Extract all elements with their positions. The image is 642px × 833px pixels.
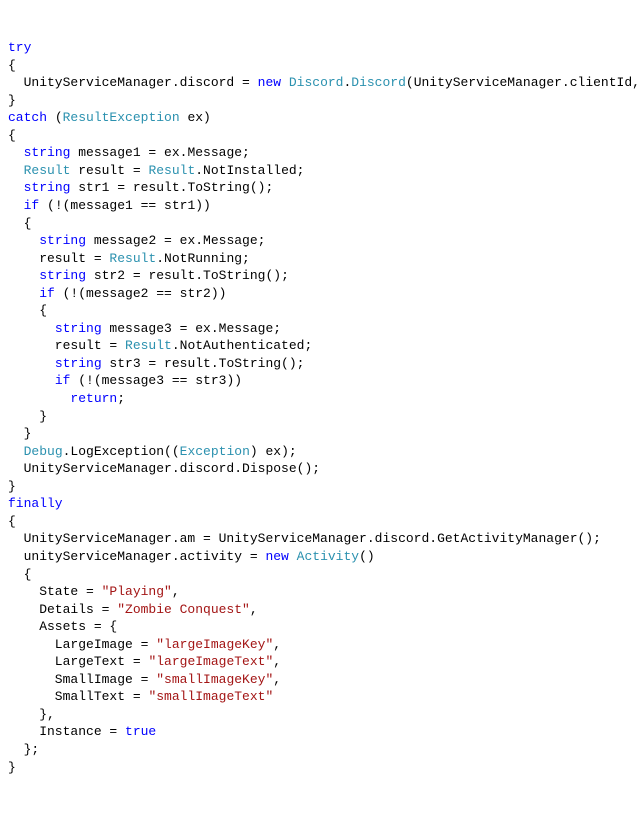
brace-close: } bbox=[8, 409, 47, 424]
brace-open: { bbox=[8, 216, 31, 231]
keyword-string: string bbox=[55, 356, 102, 371]
code-text: , bbox=[273, 637, 281, 652]
type-resultexception: ResultException bbox=[63, 110, 180, 125]
keyword-string: string bbox=[39, 233, 86, 248]
code-text: LargeImage = bbox=[8, 637, 156, 652]
brace-close: } bbox=[8, 760, 16, 775]
code-text: str3 = result.ToString(); bbox=[102, 356, 305, 371]
code-text: .NotRunning; bbox=[156, 251, 250, 266]
code-text: }, bbox=[8, 707, 55, 722]
code-text: unityServiceManager.activity = bbox=[8, 549, 265, 564]
keyword-return: return bbox=[70, 391, 117, 406]
code-text bbox=[281, 75, 289, 90]
code-text: () bbox=[359, 549, 375, 564]
code-text: .LogException(( bbox=[63, 444, 180, 459]
brace-open: { bbox=[8, 514, 16, 529]
brace-close: } bbox=[8, 479, 16, 494]
code-text: ; bbox=[117, 391, 125, 406]
type-result: Result bbox=[125, 338, 172, 353]
string-literal: "Zombie Conquest" bbox=[117, 602, 250, 617]
code-text: SmallText = bbox=[8, 689, 148, 704]
type-result2: Result bbox=[148, 163, 195, 178]
code-text bbox=[8, 180, 24, 195]
code-block: try { UnityServiceManager.discord = new … bbox=[8, 39, 634, 776]
type-debug: Debug bbox=[24, 444, 63, 459]
keyword-try: try bbox=[8, 40, 31, 55]
string-literal: "Playing" bbox=[102, 584, 172, 599]
code-text bbox=[8, 321, 55, 336]
type-discord: Discord bbox=[289, 75, 344, 90]
type-discord2: Discord bbox=[351, 75, 406, 90]
keyword-string: string bbox=[24, 145, 71, 160]
keyword-finally: finally bbox=[8, 496, 63, 511]
string-literal: "smallImageText" bbox=[148, 689, 273, 704]
code-text: message1 = ex.Message; bbox=[70, 145, 249, 160]
code-text bbox=[8, 145, 24, 160]
code-text: ex) bbox=[180, 110, 211, 125]
code-text: , bbox=[250, 602, 258, 617]
code-text: result = bbox=[8, 251, 109, 266]
code-text: (UnityServiceManager.clientId, 1UL); bbox=[406, 75, 642, 90]
code-text: ( bbox=[47, 110, 63, 125]
code-text: Assets = { bbox=[8, 619, 117, 634]
code-text: (!(message3 == str3)) bbox=[70, 373, 242, 388]
code-text bbox=[8, 373, 55, 388]
code-text: }; bbox=[8, 742, 39, 757]
code-text: (!(message1 == str1)) bbox=[39, 198, 211, 213]
brace-open: { bbox=[8, 128, 16, 143]
code-text bbox=[8, 163, 24, 178]
code-text: result = bbox=[70, 163, 148, 178]
code-text: UnityServiceManager.discord.Dispose(); bbox=[8, 461, 320, 476]
type-result: Result bbox=[24, 163, 71, 178]
type-exception: Exception bbox=[180, 444, 250, 459]
code-text bbox=[8, 444, 24, 459]
type-activity: Activity bbox=[297, 549, 359, 564]
code-text bbox=[8, 391, 70, 406]
keyword-true: true bbox=[125, 724, 156, 739]
brace-open: { bbox=[8, 58, 16, 73]
code-text: State = bbox=[8, 584, 102, 599]
code-text: str1 = result.ToString(); bbox=[70, 180, 273, 195]
code-text bbox=[8, 286, 39, 301]
string-literal: "largeImageText" bbox=[148, 654, 273, 669]
keyword-string: string bbox=[39, 268, 86, 283]
keyword-new: new bbox=[258, 75, 281, 90]
code-text: .NotAuthenticated; bbox=[172, 338, 312, 353]
code-text bbox=[8, 268, 39, 283]
brace-close: } bbox=[8, 426, 31, 441]
code-text: LargeText = bbox=[8, 654, 148, 669]
code-text: Details = bbox=[8, 602, 117, 617]
string-literal: "smallImageKey" bbox=[156, 672, 273, 687]
code-text: (!(message2 == str2)) bbox=[55, 286, 227, 301]
code-text: , bbox=[273, 672, 281, 687]
keyword-if: if bbox=[24, 198, 40, 213]
code-text: message2 = ex.Message; bbox=[86, 233, 265, 248]
keyword-string: string bbox=[55, 321, 102, 336]
keyword-if: if bbox=[55, 373, 71, 388]
code-text bbox=[8, 198, 24, 213]
keyword-new: new bbox=[265, 549, 288, 564]
code-text: ) ex); bbox=[250, 444, 297, 459]
type-result: Result bbox=[109, 251, 156, 266]
code-text: SmallImage = bbox=[8, 672, 156, 687]
code-text: UnityServiceManager.am = UnityServiceMan… bbox=[8, 531, 601, 546]
code-text: Instance = bbox=[8, 724, 125, 739]
code-text: result = bbox=[8, 338, 125, 353]
keyword-catch: catch bbox=[8, 110, 47, 125]
code-text: message3 = ex.Message; bbox=[102, 321, 281, 336]
code-text: UnityServiceManager.discord = bbox=[8, 75, 258, 90]
keyword-if: if bbox=[39, 286, 55, 301]
code-text: , bbox=[172, 584, 180, 599]
brace-open: { bbox=[8, 567, 31, 582]
code-text bbox=[289, 549, 297, 564]
code-text bbox=[8, 233, 39, 248]
code-text: .NotInstalled; bbox=[195, 163, 304, 178]
code-text: , bbox=[273, 654, 281, 669]
keyword-string: string bbox=[24, 180, 71, 195]
brace-close: } bbox=[8, 93, 16, 108]
brace-open: { bbox=[8, 303, 47, 318]
code-text: str2 = result.ToString(); bbox=[86, 268, 289, 283]
string-literal: "largeImageKey" bbox=[156, 637, 273, 652]
code-text bbox=[8, 356, 55, 371]
